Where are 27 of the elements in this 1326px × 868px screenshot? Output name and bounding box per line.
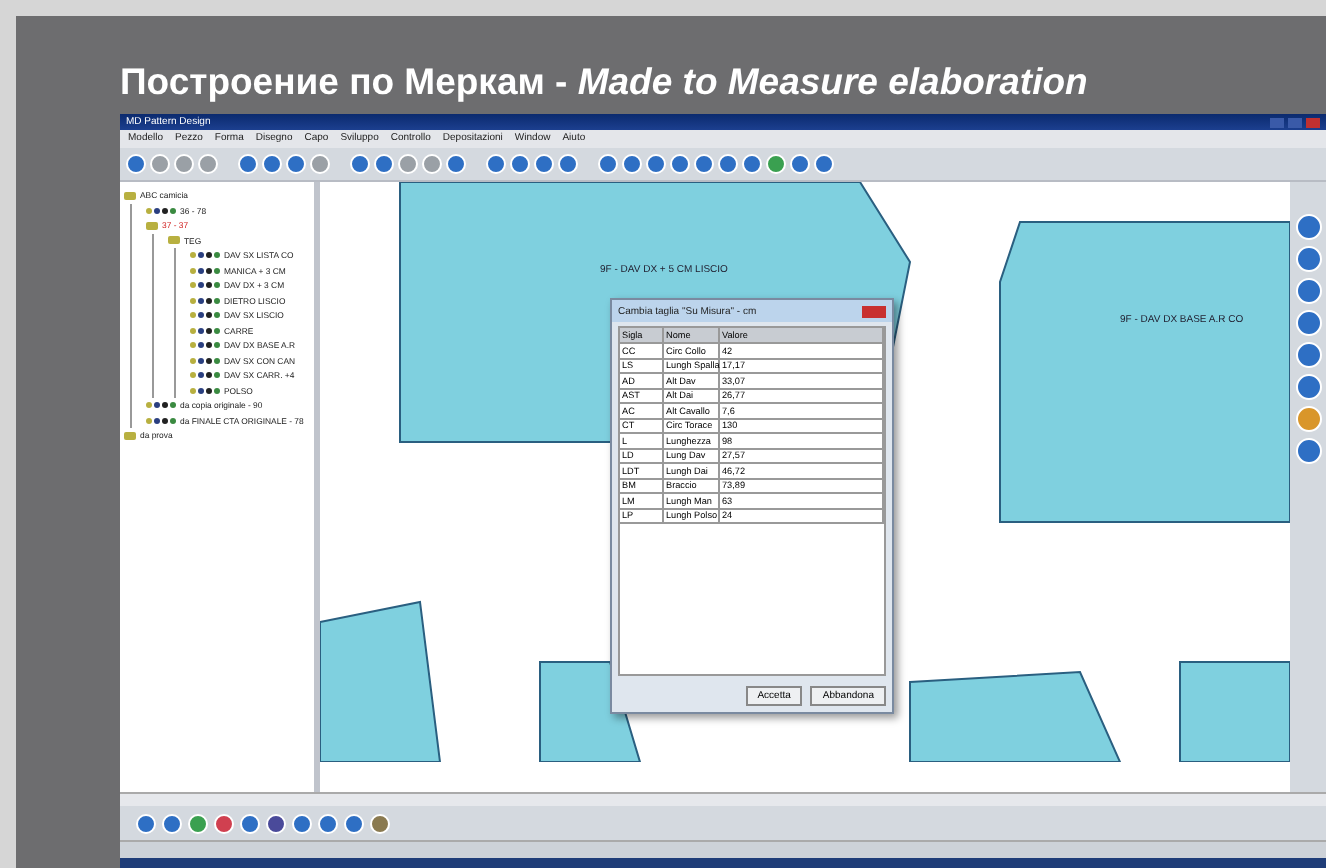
- piece-icon: [190, 312, 220, 319]
- close-button[interactable]: [862, 305, 886, 317]
- slide-title: Построение по Меркам - Made to Measure elaboration: [120, 58, 1090, 106]
- piece-icon: [190, 267, 220, 274]
- piece-icon: [190, 282, 220, 289]
- round-tool-icon[interactable]: [1295, 246, 1321, 272]
- pattern-piece: [539, 661, 642, 762]
- folder-icon: [124, 431, 136, 440]
- round-tool-icon[interactable]: [1295, 310, 1321, 336]
- folder-icon: [124, 191, 136, 200]
- piece-icon: [190, 372, 220, 379]
- piece-icon: [190, 387, 220, 394]
- round-tool-icon[interactable]: [1295, 278, 1321, 304]
- horizontal-scrollbar[interactable]: [120, 792, 1326, 806]
- piece-icon: [190, 252, 220, 259]
- piece-icon: [146, 402, 176, 409]
- pattern-piece: [1179, 661, 1290, 762]
- round-tool-icon[interactable]: [1295, 374, 1321, 400]
- round-tool-icon[interactable]: [1295, 438, 1321, 464]
- round-tool-icon[interactable]: [1295, 342, 1321, 368]
- piece-icon: [190, 297, 220, 304]
- piece-icon: [190, 357, 220, 364]
- round-tool-icon[interactable]: [1295, 214, 1321, 240]
- piece-icon: [190, 342, 220, 349]
- piece-icon: [146, 207, 176, 214]
- piece-icon: [146, 417, 176, 424]
- piece-icon: [190, 327, 220, 334]
